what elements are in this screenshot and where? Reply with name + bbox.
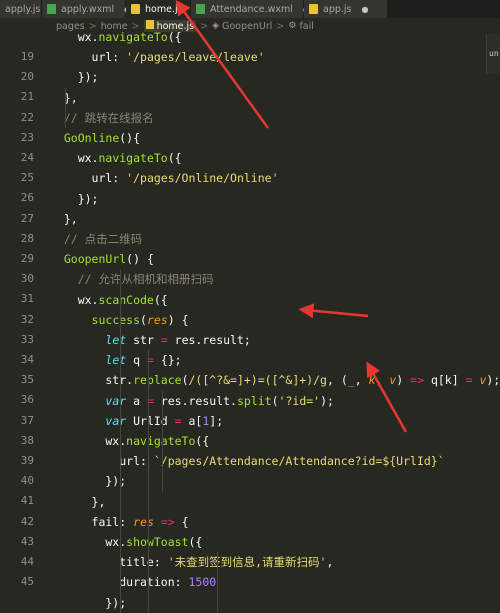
code-line[interactable]: // 允许从相机和相册扫码 bbox=[50, 269, 214, 289]
js-file-icon bbox=[309, 4, 318, 14]
js-file-icon bbox=[131, 4, 140, 14]
code-line[interactable]: url: '/pages/Online/Online' bbox=[50, 168, 279, 188]
unsaved-dot-icon[interactable]: ● bbox=[362, 5, 369, 14]
line-number: 28 bbox=[20, 231, 34, 245]
line-number: 24 bbox=[20, 151, 34, 164]
code-line[interactable]: }); bbox=[50, 471, 126, 491]
line-number: 35 bbox=[20, 373, 34, 387]
minimap-edge[interactable]: un bbox=[486, 34, 500, 74]
code-line[interactable]: duration: 1500 bbox=[50, 572, 216, 592]
line-number: 19 bbox=[20, 50, 34, 63]
line-number: 26 bbox=[20, 191, 34, 205]
tab-label: Attendance.wxml bbox=[210, 3, 293, 15]
line-number: 44 bbox=[20, 555, 34, 568]
code-line[interactable]: wx.navigateTo({ bbox=[50, 27, 182, 47]
code-line[interactable]: }); bbox=[50, 593, 126, 613]
line-number: 21 bbox=[20, 90, 34, 104]
code-line[interactable]: let q = {}; bbox=[50, 350, 181, 370]
indent-guide bbox=[217, 552, 219, 613]
code-line[interactable]: }); bbox=[50, 67, 99, 87]
indent-guide bbox=[161, 390, 163, 492]
line-number: 23 bbox=[20, 130, 34, 144]
tab-bar-empty-space bbox=[388, 0, 500, 18]
line-number: 25 bbox=[20, 171, 34, 185]
tab-home-js[interactable]: home.js ✕ bbox=[126, 0, 201, 18]
code-line[interactable]: // 点击二维码 bbox=[50, 229, 142, 249]
line-number: 22 bbox=[20, 110, 34, 124]
line-number: 38 bbox=[20, 433, 34, 447]
line-number: 37 bbox=[20, 413, 34, 427]
line-number: 32 bbox=[20, 312, 34, 326]
line-number: 36 bbox=[20, 393, 34, 407]
tab-apply-js[interactable]: apply.js bbox=[0, 0, 42, 18]
tab-label: apply.wxml bbox=[61, 3, 115, 15]
code-line[interactable]: }, bbox=[50, 209, 78, 229]
line-number: 42 bbox=[20, 514, 34, 528]
indent-guide bbox=[64, 87, 66, 128]
line-number: 39 bbox=[20, 454, 34, 467]
line-number: 45 bbox=[20, 575, 34, 589]
breadcrumb-item-function[interactable]: fail bbox=[299, 21, 313, 32]
function-icon: ⚙ bbox=[288, 21, 297, 31]
line-number-gutter: 19 20 21 22 23 24 25 26 27 28 29 30 31 32 33 34 35 36 37 38… bbox=[0, 34, 40, 588]
breadcrumb-separator: > bbox=[200, 20, 209, 32]
line-number: 41 bbox=[20, 494, 34, 508]
tab-apply-wxml[interactable]: apply.wxml ● bbox=[42, 0, 131, 18]
code-line[interactable]: let str = res.result; bbox=[50, 330, 250, 350]
line-number: 20 bbox=[20, 70, 34, 84]
line-number: 27 bbox=[20, 211, 34, 225]
code-line[interactable]: var UrlId = a[1]; bbox=[50, 411, 223, 431]
code-line[interactable]: GoopenUrl() { bbox=[50, 249, 154, 269]
tab-attendance-wxml[interactable]: Attendance.wxml ● bbox=[191, 0, 310, 18]
tab-label: home.js bbox=[145, 3, 183, 15]
tab-label: apply.js bbox=[5, 3, 41, 15]
method-cube-icon: ◈ bbox=[212, 21, 219, 31]
line-number: 31 bbox=[20, 292, 34, 306]
minimap-label: un bbox=[489, 49, 499, 58]
code-editor[interactable]: wx.navigateTo({ url: '/pages/leave/leave… bbox=[50, 30, 500, 613]
code-line[interactable]: }); bbox=[50, 189, 99, 209]
breadcrumb-separator: > bbox=[276, 20, 285, 32]
tab-label: app.js bbox=[323, 3, 352, 15]
code-line[interactable]: str.replace(/([^?&=]+)=([^&]+)/g, (_, k,… bbox=[50, 370, 500, 390]
code-line[interactable]: wx.showToast({ bbox=[50, 532, 202, 552]
code-line[interactable]: url: '/pages/leave/leave' bbox=[50, 47, 265, 67]
indent-guide bbox=[148, 350, 150, 613]
line-number: 40 bbox=[20, 474, 34, 488]
code-line[interactable]: title: '未查到签到信息,请重新扫码', bbox=[50, 552, 333, 572]
line-number: 34 bbox=[20, 353, 34, 366]
tab-app-js[interactable]: app.js ● bbox=[304, 0, 388, 18]
code-line[interactable]: wx.navigateTo({ bbox=[50, 431, 209, 451]
wxml-file-icon bbox=[196, 4, 205, 14]
line-number: 33 bbox=[20, 332, 34, 346]
code-line[interactable]: GoOnline(){ bbox=[50, 128, 140, 148]
code-line[interactable]: var a = res.result.split('?id='); bbox=[50, 391, 334, 411]
code-line[interactable]: wx.scanCode({ bbox=[50, 290, 168, 310]
wxml-file-icon bbox=[47, 4, 56, 14]
breadcrumb-item-method[interactable]: GoopenUrl bbox=[222, 21, 272, 32]
line-number: 43 bbox=[20, 534, 34, 548]
line-number: 29 bbox=[20, 252, 34, 265]
code-line[interactable]: }, bbox=[50, 492, 106, 512]
code-line[interactable]: }, bbox=[50, 88, 78, 108]
code-line[interactable]: wx.navigateTo({ bbox=[50, 148, 182, 168]
editor-tab-bar: apply.js apply.wxml ● home.js ✕ Attendan… bbox=[0, 0, 500, 18]
code-line[interactable]: url: `/pages/Attendance/Attendance?id=${… bbox=[50, 451, 444, 471]
code-line[interactable]: success(res) { bbox=[50, 310, 189, 330]
indent-guide bbox=[120, 269, 122, 613]
code-line[interactable]: fail: res => { bbox=[50, 512, 189, 532]
line-number: 30 bbox=[20, 272, 34, 286]
